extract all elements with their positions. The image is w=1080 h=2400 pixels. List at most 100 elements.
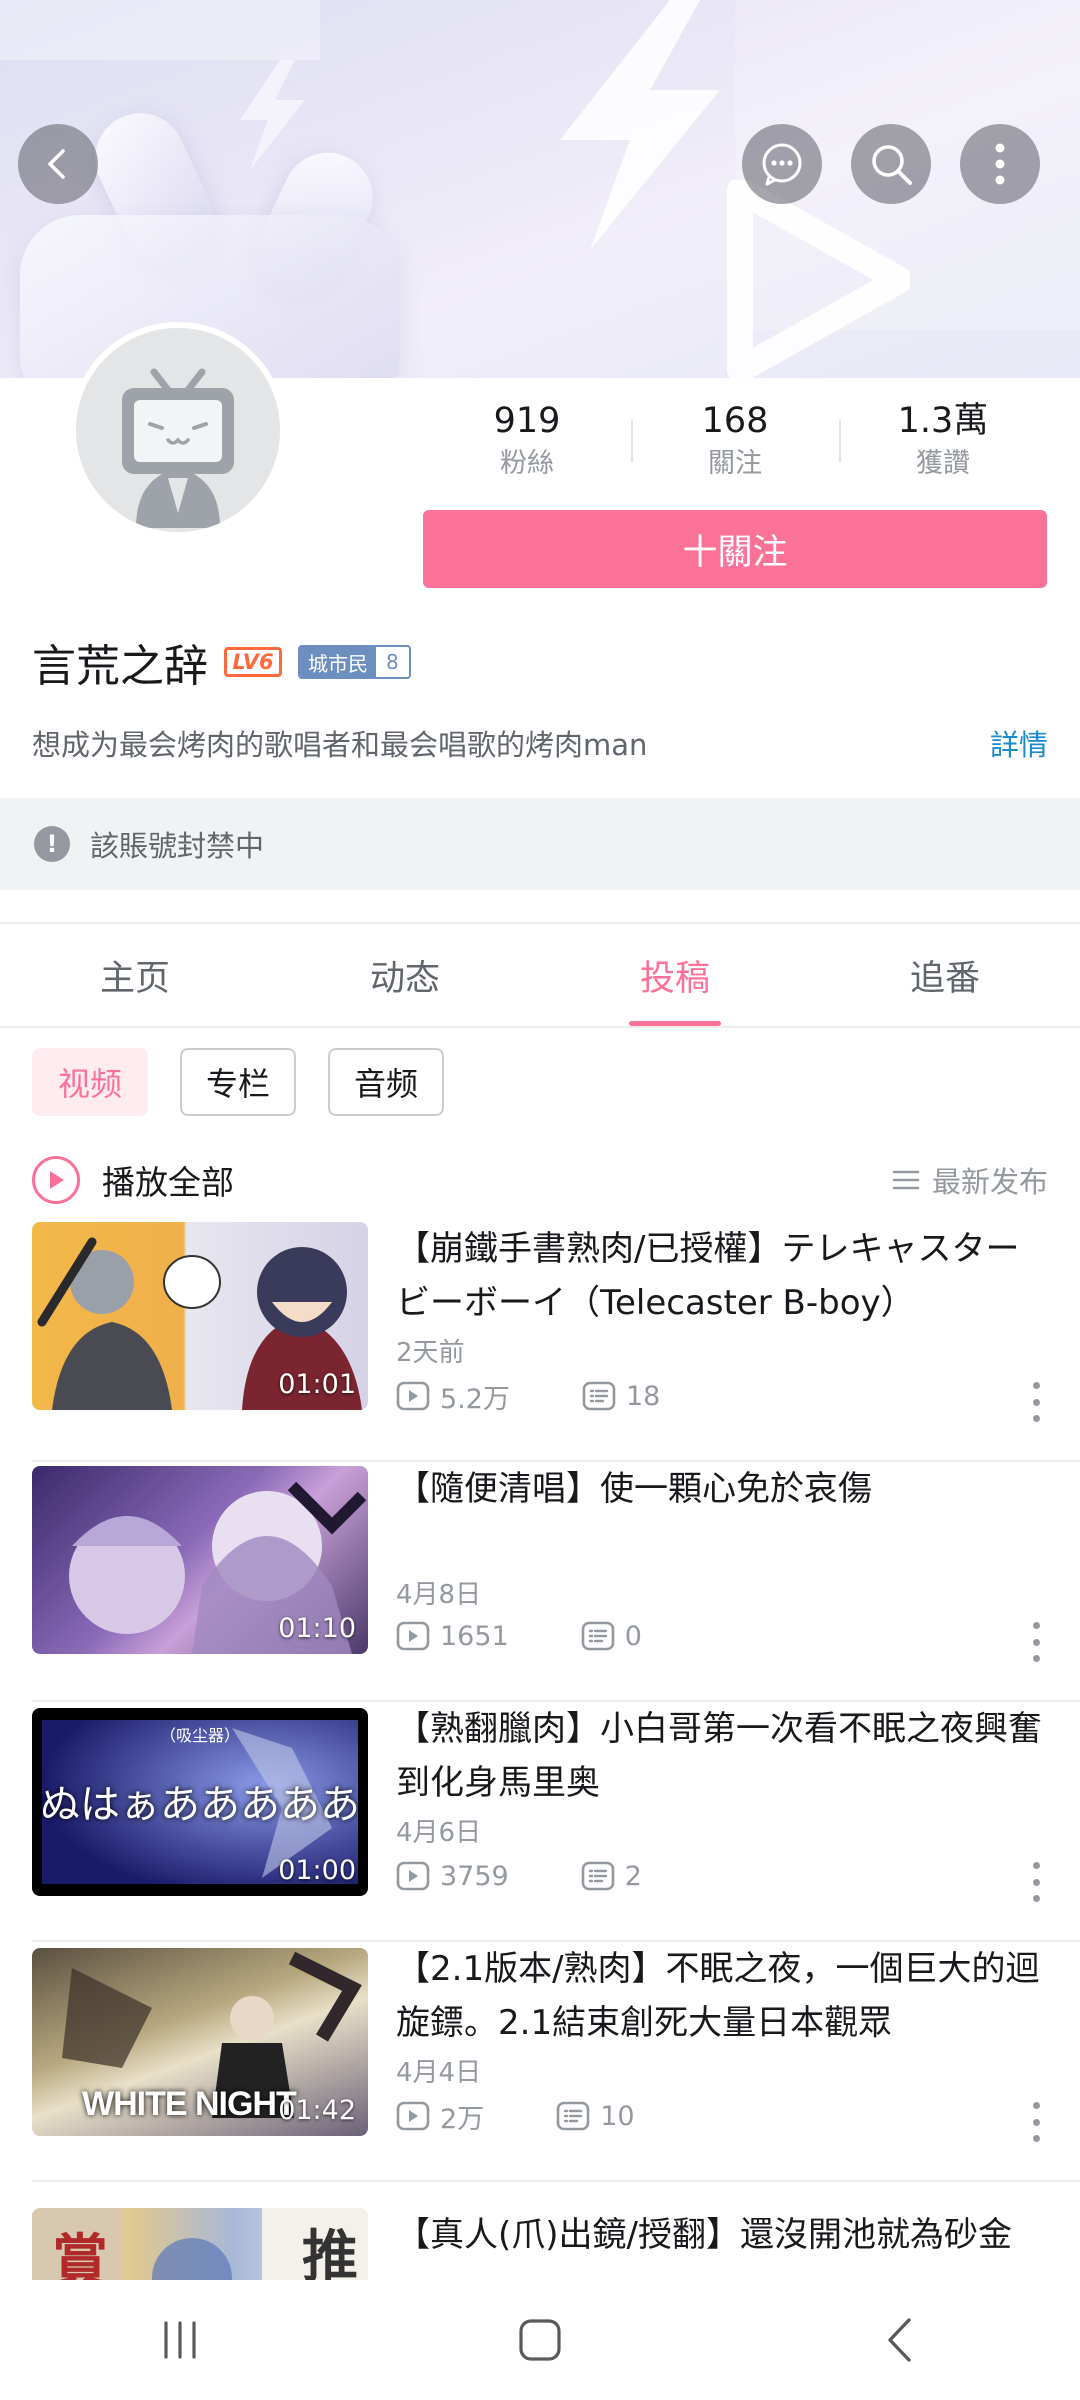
stat-label: 粉絲 — [500, 448, 554, 479]
ban-notice-text: 該賬號封禁中 — [90, 829, 265, 863]
search-icon — [872, 145, 912, 185]
follow-button[interactable]: 十關注 — [423, 510, 1047, 588]
search-button[interactable] — [851, 124, 931, 204]
views-count: 2万 — [440, 2103, 485, 2135]
chat-bubble-icon — [762, 143, 802, 186]
views-count: 5.2万 — [440, 1383, 510, 1415]
video-thumbnail[interactable]: 01:01 — [32, 1222, 368, 1410]
chevron-left-icon — [48, 149, 65, 179]
user-signature: 想成为最会烤肉的歌唱者和最会唱歌的烤肉man — [32, 728, 648, 762]
recent-apps-icon — [164, 2321, 196, 2359]
video-date: 4月8日 — [396, 1580, 482, 1610]
video-date: 4月4日 — [396, 2058, 482, 2088]
video-thumbnail[interactable]: 01:10 — [32, 1466, 368, 1654]
danmaku-icon — [581, 1861, 615, 1891]
default-avatar-icon — [76, 328, 280, 532]
play-all-label: 播放全部 — [102, 1163, 234, 1202]
video-duration: 01:00 — [278, 1855, 356, 1886]
views-stat: 2万 — [396, 2097, 484, 2136]
system-navigation-bar — [0, 2280, 1080, 2400]
home-icon — [519, 2319, 561, 2361]
comments-count: 10 — [600, 2100, 635, 2132]
comments-stat: 18 — [582, 1381, 660, 1412]
more-options-button[interactable] — [960, 124, 1040, 204]
video-thumbnail[interactable]: 賞 推 — [32, 2208, 368, 2280]
play-count-icon — [396, 1861, 430, 1891]
stat-label: 關注 — [708, 448, 762, 479]
thumbnail-caption: （吸尘器） — [159, 1726, 240, 1745]
danmaku-icon — [582, 1381, 616, 1411]
comments-stat: 2 — [581, 1861, 642, 1892]
filter-audio[interactable]: 音频 — [328, 1048, 445, 1116]
video-title: 【熟翻臘肉】小白哥第一次看不眠之夜興奮到化身馬里奥 — [396, 1709, 1042, 1803]
video-thumbnail[interactable]: （吸尘器） ぬはぁあああああ 01:00 — [32, 1708, 368, 1896]
back-button[interactable] — [18, 124, 98, 204]
avatar[interactable] — [70, 322, 286, 538]
video-meta: 2万 10 — [396, 2096, 635, 2136]
play-count-icon — [396, 1621, 430, 1651]
alert-icon: ! — [34, 826, 70, 862]
thumbnail-caption: 賞 — [52, 2229, 108, 2280]
video-item[interactable]: 01:01 【崩鐵手書熟肉/已授權】テレキャスタービーボーイ（Telecaste… — [0, 1222, 1080, 1462]
list-sort-icon — [892, 1170, 920, 1190]
video-title: 【真人(爪)出鏡/授翻】還沒開池就為砂金 — [396, 2215, 1012, 2255]
username: 言荒之辞 — [32, 641, 208, 692]
recent-apps-button[interactable] — [120, 2300, 240, 2380]
video-duration: 01:10 — [278, 1613, 356, 1644]
filter-article[interactable]: 专栏 — [180, 1048, 297, 1116]
tab-uploads[interactable]: 投稿 — [540, 924, 810, 1026]
video-item[interactable]: 賞 推 【真人(爪)出鏡/授翻】還沒開池就為砂金 — [0, 2182, 1080, 2280]
views-count: 3759 — [440, 1860, 509, 1892]
stat-label: 獲讚 — [916, 448, 970, 479]
comments-stat: 10 — [556, 2100, 635, 2132]
more-vertical-icon[interactable] — [1032, 1382, 1040, 1422]
stat-following[interactable]: 168 關注 — [631, 398, 839, 488]
comments-count: 18 — [625, 1380, 661, 1412]
tab-dynamics[interactable]: 动态 — [270, 924, 540, 1026]
play-count-icon — [396, 2101, 430, 2131]
more-vertical-icon[interactable] — [1032, 2102, 1040, 2142]
stat-value: 168 — [701, 401, 769, 441]
sort-label: 最新发布 — [931, 1165, 1048, 1199]
tab-home[interactable]: 主页 — [0, 924, 270, 1026]
views-stat: 5.2万 — [396, 1377, 510, 1416]
video-item[interactable]: WHITE NIGHT 01:42 【2.1版本/熟肉】不眠之夜，一個巨大的迴旋… — [0, 1942, 1080, 2182]
details-link[interactable]: 詳情 — [990, 722, 1048, 764]
video-title: 【崩鐵手書熟肉/已授權】テレキャスタービーボーイ（Telecaster B-bo… — [396, 1229, 1020, 1323]
video-meta: 3759 2 — [396, 1856, 642, 1896]
video-meta: 5.2万 18 — [396, 1376, 660, 1416]
fan-medal[interactable]: 城市民 8 — [298, 645, 411, 679]
name-row: 言荒之辞 LV6 城市民 8 — [32, 632, 411, 692]
medal-name: 城市民 — [300, 647, 376, 677]
section-divider — [0, 890, 1080, 924]
more-vertical-icon[interactable] — [1032, 1622, 1040, 1662]
sort-button[interactable]: 最新发布 — [892, 1152, 1048, 1208]
content-type-filters: 视频 专栏 音频 — [32, 1048, 476, 1116]
thumbnail-caption: 推 — [302, 2225, 358, 2280]
system-back-button[interactable] — [840, 2300, 960, 2380]
stat-fans[interactable]: 919 粉絲 — [423, 398, 631, 488]
profile-stats: 919 粉絲 168 關注 1.3萬 獲讚 — [423, 398, 1047, 488]
comments-count: 2 — [624, 1860, 642, 1892]
stat-value: 919 — [493, 401, 561, 441]
video-meta: 1651 0 — [396, 1616, 642, 1656]
views-count: 1651 — [440, 1620, 509, 1652]
profile-tabs: 主页 动态 投稿 追番 — [0, 924, 1080, 1028]
play-circle-icon — [32, 1156, 80, 1204]
video-thumbnail[interactable]: WHITE NIGHT 01:42 — [32, 1948, 368, 2136]
more-vertical-icon — [995, 143, 1005, 185]
stat-likes[interactable]: 1.3萬 獲讚 — [839, 398, 1047, 488]
danmaku-icon — [581, 1621, 615, 1651]
tab-bangumi[interactable]: 追番 — [810, 924, 1080, 1026]
more-vertical-icon[interactable] — [1032, 1862, 1040, 1902]
video-date: 2天前 — [396, 1338, 465, 1368]
play-all-button[interactable]: 播放全部 — [32, 1152, 234, 1208]
home-button[interactable] — [480, 2300, 600, 2380]
video-item[interactable]: 01:10 【隨便清唱】使一顆心免於哀傷 4月8日 1651 0 — [0, 1462, 1080, 1702]
message-button[interactable] — [742, 124, 822, 204]
play-count-icon — [396, 1381, 430, 1411]
video-item[interactable]: （吸尘器） ぬはぁあああああ 01:00 【熟翻臘肉】小白哥第一次看不眠之夜興奮… — [0, 1702, 1080, 1942]
video-duration: 01:01 — [278, 1369, 356, 1400]
danmaku-icon — [556, 2101, 590, 2131]
filter-video[interactable]: 视频 — [32, 1048, 149, 1116]
